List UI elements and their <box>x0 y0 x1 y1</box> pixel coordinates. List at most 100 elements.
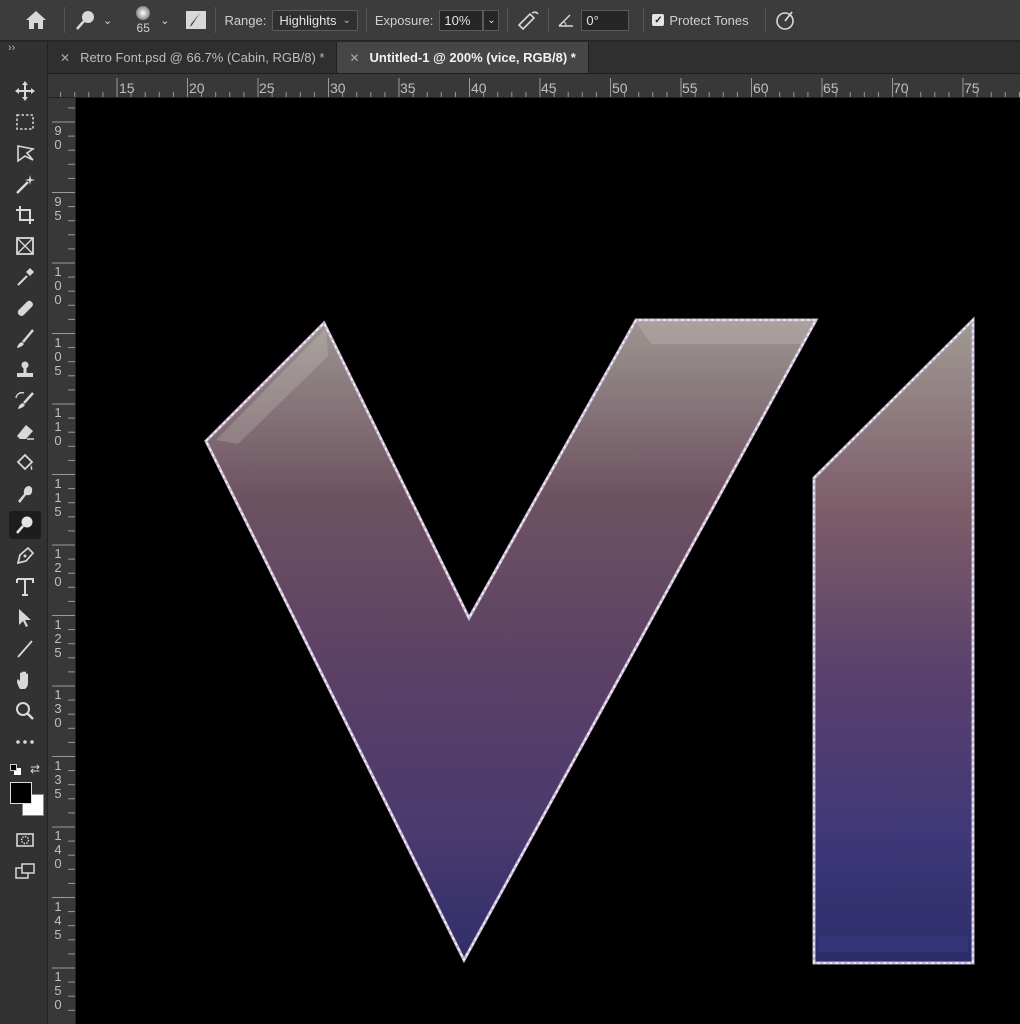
dodge-tool-icon[interactable] <box>73 9 99 31</box>
artwork <box>204 316 975 965</box>
hand-icon <box>17 671 28 689</box>
line-tool[interactable] <box>9 635 41 663</box>
magic-wand-tool[interactable] <box>9 170 41 198</box>
dodge-icon <box>16 516 33 534</box>
dodge-tool[interactable] <box>9 511 41 539</box>
document-tab-bar: ✕ Retro Font.psd @ 66.7% (Cabin, RGB/8) … <box>48 42 1020 74</box>
lasso-tool[interactable] <box>9 139 41 167</box>
ruler-label: 115 <box>54 475 62 519</box>
swap-colors-icon[interactable]: ⇄ <box>30 762 40 776</box>
zoom-tool[interactable] <box>9 697 41 725</box>
brush-preset-picker[interactable]: 65 <box>130 0 156 40</box>
options-bar: ⌄ 65 ⌄ Range: Highlights ⌄ Exposure: 10%… <box>0 0 1020 41</box>
eyedropper-tool[interactable] <box>9 263 41 291</box>
ruler-label: 100 <box>54 264 62 307</box>
pressure-icon[interactable] <box>774 9 796 31</box>
path-selection-tool[interactable] <box>9 604 41 632</box>
ruler-label: 40 <box>471 80 487 96</box>
move-tool[interactable] <box>9 77 41 105</box>
protect-tones-label: Protect Tones <box>669 12 749 28</box>
document-canvas[interactable] <box>76 98 1020 1024</box>
protect-tones-checkbox[interactable]: ✓ <box>652 14 665 26</box>
healing-brush-tool[interactable] <box>9 294 41 322</box>
ruler-label: 25 <box>259 80 275 96</box>
screen-mode-button[interactable] <box>9 857 41 885</box>
range-value: Highlights <box>279 12 337 28</box>
pen-tool[interactable] <box>9 542 41 570</box>
ruler-label: 130 <box>54 687 62 730</box>
quick-mask-button[interactable] <box>9 826 41 854</box>
ruler-label: 95 <box>54 193 62 223</box>
horizontal-ruler[interactable]: 15 20 25 30 35 40 45 50 55 60 65 70 75 <box>48 74 1020 98</box>
brush-tool[interactable] <box>9 325 41 353</box>
ruler-label: 150 <box>54 969 62 1012</box>
smudge-icon <box>18 486 33 503</box>
eraser-icon <box>17 425 34 440</box>
ruler-label: 45 <box>541 80 557 96</box>
divider <box>507 7 509 33</box>
paint-bucket-icon <box>16 453 34 471</box>
marquee-icon <box>16 114 34 130</box>
divider <box>764 7 766 33</box>
ruler-label: 90 <box>54 123 62 152</box>
chevron-down-icon[interactable]: ⌄ <box>103 14 112 27</box>
document-tab-retro-font[interactable]: ✕ Retro Font.psd @ 66.7% (Cabin, RGB/8) … <box>48 42 338 73</box>
magnifier-icon <box>16 702 34 720</box>
angle-icon <box>557 12 575 28</box>
airbrush-icon[interactable] <box>516 10 540 30</box>
tools-panel: ›› ⇄ <box>0 42 48 1024</box>
stamp-icon <box>17 361 33 377</box>
home-icon[interactable] <box>24 9 48 31</box>
clone-stamp-tool[interactable] <box>9 356 41 384</box>
ruler-label: 70 <box>893 80 909 96</box>
letter-i <box>812 316 975 965</box>
ruler-label: 35 <box>400 80 416 96</box>
divider <box>548 7 550 33</box>
exposure-input[interactable]: 10% <box>439 9 484 31</box>
ruler-label: 15 <box>119 80 135 96</box>
ruler-label: 140 <box>54 828 62 871</box>
ruler-label: 60 <box>753 80 769 96</box>
brush-size-value: 65 <box>136 20 150 35</box>
ruler-label: 125 <box>54 616 62 660</box>
brush-icon <box>17 329 34 348</box>
hand-tool[interactable] <box>9 666 41 694</box>
type-tool[interactable] <box>9 573 41 601</box>
ruler-label: 20 <box>189 80 205 96</box>
range-dropdown[interactable]: Highlights ⌄ <box>272 9 358 31</box>
ruler-label: 120 <box>54 546 62 589</box>
crop-tool[interactable] <box>9 201 41 229</box>
line-icon <box>17 640 33 658</box>
smudge-tool[interactable] <box>9 480 41 508</box>
exposure-slider-toggle[interactable]: ⌄ <box>483 9 500 31</box>
ellipsis-icon <box>16 740 34 744</box>
divider <box>64 7 65 33</box>
tab-label: Retro Font.psd @ 66.7% (Cabin, RGB/8) * <box>80 50 325 65</box>
history-brush-tool[interactable] <box>9 387 41 415</box>
eyedropper-icon <box>17 268 34 286</box>
close-icon[interactable]: ✕ <box>60 51 70 65</box>
document-tab-untitled-1[interactable]: ✕ Untitled-1 @ 200% (vice, RGB/8) * <box>337 42 589 73</box>
collapse-panel-icon[interactable]: ›› <box>8 42 15 54</box>
crop-icon <box>16 206 34 224</box>
pen-icon <box>16 546 35 565</box>
chevron-down-icon[interactable]: ⌄ <box>160 14 169 27</box>
paint-bucket-tool[interactable] <box>9 449 41 477</box>
letter-v <box>204 318 819 964</box>
vertical-ruler[interactable]: 90 95 100 105 110 115 120 125 130 135 140 145 150 <box>48 98 76 1024</box>
foreground-color-swatch[interactable] <box>10 782 32 804</box>
frame-tool[interactable] <box>9 232 41 260</box>
default-colors-icon[interactable] <box>10 764 22 776</box>
brush-settings-icon[interactable] <box>185 10 207 30</box>
move-icon <box>15 81 35 101</box>
screen-mode-icon <box>15 863 35 879</box>
frame-icon <box>16 237 34 255</box>
marquee-tool[interactable] <box>9 108 41 136</box>
more-tools[interactable] <box>9 728 41 756</box>
ruler-label: 30 <box>330 80 346 96</box>
close-icon[interactable]: ✕ <box>349 51 359 65</box>
angle-input[interactable]: 0° <box>581 9 630 31</box>
eraser-tool[interactable] <box>9 418 41 446</box>
angle-value: 0° <box>586 12 599 28</box>
tab-label: Untitled-1 @ 200% (vice, RGB/8) * <box>369 50 576 65</box>
